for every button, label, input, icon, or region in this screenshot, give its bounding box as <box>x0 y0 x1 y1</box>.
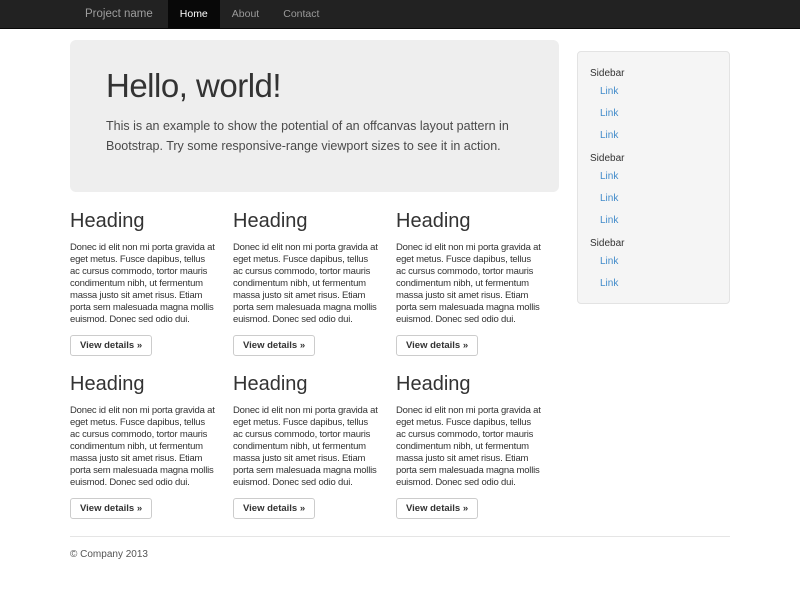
card-body: Donec id elit non mi porta gravida at eg… <box>233 405 379 489</box>
copyright-text: © Company 2013 <box>70 549 730 560</box>
view-details-button[interactable]: View details » <box>233 335 315 356</box>
card-body: Donec id elit non mi porta gravida at eg… <box>70 242 216 326</box>
sidebar-link[interactable]: Link <box>590 125 717 147</box>
content-card: Heading Donec id elit non mi porta gravi… <box>233 373 396 519</box>
sidebar-link[interactable]: Link <box>590 166 717 188</box>
nav-item-home[interactable]: Home <box>168 0 220 28</box>
view-details-button[interactable]: View details » <box>70 498 152 519</box>
cards-row-1: Heading Donec id elit non mi porta gravi… <box>70 210 559 356</box>
sidebar-link[interactable]: Link <box>590 273 717 295</box>
content-card: Heading Donec id elit non mi porta gravi… <box>70 210 233 356</box>
nav-item-about[interactable]: About <box>220 0 271 28</box>
sidebar-group-heading: Sidebar <box>590 237 717 250</box>
main-row: Hello, world! This is an example to show… <box>70 40 730 519</box>
content-card: Heading Donec id elit non mi porta gravi… <box>396 373 559 519</box>
jumbotron: Hello, world! This is an example to show… <box>70 40 559 192</box>
sidebar-link[interactable]: Link <box>590 81 717 103</box>
view-details-button[interactable]: View details » <box>396 498 478 519</box>
card-heading: Heading <box>396 210 542 233</box>
navbar: Project name Home About Contact <box>0 0 800 29</box>
view-details-button[interactable]: View details » <box>70 335 152 356</box>
sidebar-link[interactable]: Link <box>590 188 717 210</box>
card-body: Donec id elit non mi porta gravida at eg… <box>396 405 542 489</box>
jumbotron-description: This is an example to show the potential… <box>106 116 523 156</box>
sidebar-column: Sidebar Link Link Link Sidebar Link Link… <box>577 40 730 519</box>
card-heading: Heading <box>233 210 379 233</box>
main-content-column: Hello, world! This is an example to show… <box>70 40 577 519</box>
view-details-button[interactable]: View details » <box>233 498 315 519</box>
sidebar-group: Sidebar Link Link Link <box>590 152 717 232</box>
footer-divider <box>70 536 730 537</box>
navbar-nav: Home About Contact <box>168 0 332 28</box>
sidebar-group: Sidebar Link Link <box>590 237 717 295</box>
page-title: Hello, world! <box>106 67 523 105</box>
sidebar-link[interactable]: Link <box>590 103 717 125</box>
card-heading: Heading <box>233 373 379 396</box>
card-body: Donec id elit non mi porta gravida at eg… <box>70 405 216 489</box>
sidebar-group: Sidebar Link Link Link <box>590 67 717 147</box>
sidebar-group-heading: Sidebar <box>590 67 717 80</box>
card-heading: Heading <box>396 373 542 396</box>
card-body: Donec id elit non mi porta gravida at eg… <box>233 242 379 326</box>
view-details-button[interactable]: View details » <box>396 335 478 356</box>
card-body: Donec id elit non mi porta gravida at eg… <box>396 242 542 326</box>
sidebar-link[interactable]: Link <box>590 251 717 273</box>
sidebar: Sidebar Link Link Link Sidebar Link Link… <box>577 51 730 304</box>
cards-row-2: Heading Donec id elit non mi porta gravi… <box>70 373 559 519</box>
navbar-inner: Project name Home About Contact <box>70 0 730 28</box>
card-heading: Heading <box>70 210 216 233</box>
page-container: Hello, world! This is an example to show… <box>70 40 730 560</box>
nav-item-contact[interactable]: Contact <box>271 0 331 28</box>
navbar-brand[interactable]: Project name <box>70 0 168 28</box>
footer: © Company 2013 <box>70 536 730 560</box>
content-card: Heading Donec id elit non mi porta gravi… <box>396 210 559 356</box>
content-card: Heading Donec id elit non mi porta gravi… <box>233 210 396 356</box>
sidebar-link[interactable]: Link <box>590 210 717 232</box>
sidebar-group-heading: Sidebar <box>590 152 717 165</box>
content-card: Heading Donec id elit non mi porta gravi… <box>70 373 233 519</box>
card-heading: Heading <box>70 373 216 396</box>
